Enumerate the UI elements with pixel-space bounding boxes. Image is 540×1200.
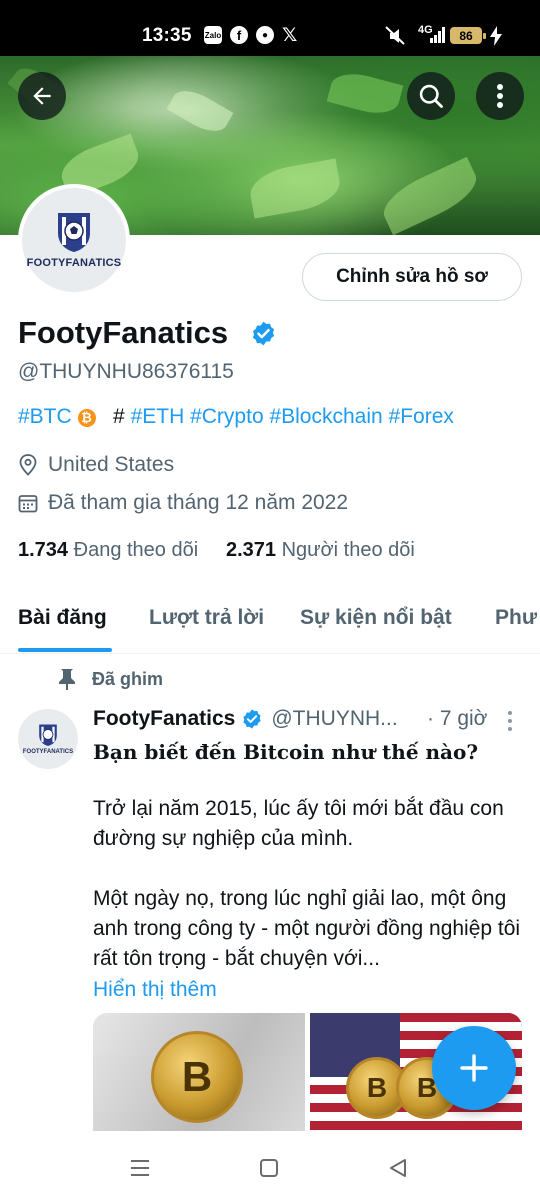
banner-plant: [376, 156, 484, 235]
status-bar: 13:35 Zalo f ● 𝕏 4G 86: [0, 0, 540, 56]
post-paragraph-2: Một ngày nọ, trong lúc nghỉ giải lao, mộ…: [93, 887, 521, 970]
banner-plant: [326, 67, 404, 120]
tab-highlights[interactable]: Sự kiện nổi bật: [300, 606, 452, 630]
bitcoin-coin-image: B: [151, 1031, 243, 1123]
following-count: 1.734: [18, 539, 69, 561]
zalo-icon: Zalo: [204, 26, 222, 44]
x-icon: 𝕏: [282, 25, 298, 46]
following-link[interactable]: 1.734 Đang theo dõi: [18, 539, 198, 561]
pin-icon: [59, 669, 75, 690]
footyfanatics-crest-icon: [58, 213, 90, 252]
tab-media[interactable]: Phư: [495, 606, 537, 630]
reddit-icon: ●: [256, 26, 274, 44]
pinned-label: Đã ghim: [92, 668, 164, 689]
profile-display-name: FootyFanatics: [18, 315, 229, 350]
followers-link[interactable]: 2.371 Người theo dõi: [226, 539, 415, 561]
arrow-left-icon: [33, 87, 51, 105]
triangle-back-icon: [390, 1159, 406, 1177]
post-author-handle: @THUYNH...: [271, 707, 398, 730]
bio-hash: #: [113, 405, 125, 428]
show-more-link[interactable]: Hiển thị thêm: [93, 976, 217, 1004]
profile-joined-date: Đã tham gia tháng 12 năm 2022: [18, 489, 348, 517]
profile-location: United States: [18, 451, 174, 479]
active-tab-indicator: [18, 648, 112, 652]
location-text: United States: [48, 453, 175, 476]
verified-badge-icon[interactable]: [250, 320, 277, 347]
footyfanatics-crest-icon: [39, 724, 57, 746]
back-nav-button[interactable]: [384, 1154, 412, 1182]
following-label: Đang theo dõi: [73, 539, 199, 561]
status-time: 13:35: [142, 25, 192, 46]
avatar-brand-text: FOOTYFANATICS: [26, 257, 122, 269]
search-icon: [419, 84, 443, 108]
recent-apps-button[interactable]: [126, 1154, 154, 1182]
post-timestamp[interactable]: · 7 giờ: [427, 705, 487, 733]
post-paragraph-1: Trở lại năm 2015, lúc ấy tôi mới bắt đầu…: [93, 797, 504, 850]
follow-stats: 1.734 Đang theo dõi 2.371 Người theo dõi: [18, 536, 415, 564]
profile-avatar[interactable]: FOOTYFANATICS: [18, 184, 130, 296]
banner-plant: [166, 83, 234, 139]
post-image-1[interactable]: B: [93, 1013, 305, 1131]
post-author-name[interactable]: FootyFanatics: [93, 705, 235, 733]
search-button[interactable]: [407, 72, 455, 120]
charging-icon: [490, 26, 502, 46]
location-pin-icon: [19, 454, 37, 476]
hashtag-list[interactable]: #ETH #Crypto #Blockchain #Forex: [131, 405, 454, 428]
system-navigation-bar: [0, 1136, 540, 1200]
more-vertical-icon: [497, 84, 503, 108]
edit-profile-button[interactable]: Chỉnh sửa hồ sơ: [302, 253, 522, 301]
followers-count: 2.371: [225, 539, 277, 561]
post-header: FootyFanatics @THUYNH... · 7 giờ: [93, 705, 487, 733]
mute-icon: [385, 26, 405, 45]
avatar-brand-text: FOOTYFANATICS: [22, 749, 74, 755]
back-button[interactable]: [18, 72, 66, 120]
signal-icon: [430, 27, 445, 43]
battery-indicator: 86: [450, 27, 486, 44]
profile-handle: @THUYNHU86376115: [18, 360, 234, 383]
square-icon: [260, 1159, 278, 1177]
pinned-label-row: Đã ghim: [58, 668, 163, 690]
followers-label: Người theo dõi: [281, 539, 415, 561]
compose-post-button[interactable]: [432, 1026, 516, 1110]
tab-posts[interactable]: Bài đăng: [18, 606, 107, 630]
more-options-button[interactable]: [476, 72, 524, 120]
calendar-icon: [18, 495, 38, 513]
plus-icon: [460, 1054, 488, 1082]
joined-text: Đã tham gia tháng 12 năm 2022: [48, 491, 349, 514]
facebook-icon: f: [230, 26, 248, 44]
verified-badge-icon: [243, 709, 261, 729]
post-author-avatar[interactable]: FOOTYFANATICS: [18, 709, 78, 769]
banner-plant: [246, 158, 344, 219]
tab-replies[interactable]: Lượt trả lời: [149, 606, 264, 630]
profile-bio: #BTC ₿ # #ETH #Crypto #Blockchain #Forex: [18, 402, 454, 432]
menu-lines-icon: [131, 1160, 149, 1176]
post-more-icon[interactable]: [506, 710, 514, 732]
profile-tabs: Bài đăng Lượt trả lời Sự kiện nổi bật Ph…: [0, 590, 540, 654]
home-button[interactable]: [255, 1154, 283, 1182]
hashtag-btc[interactable]: #BTC: [18, 405, 72, 428]
post-title: Bạn biết đến Bitcoin như thế nào?: [93, 740, 479, 764]
bitcoin-emoji-icon: ₿: [77, 409, 96, 427]
